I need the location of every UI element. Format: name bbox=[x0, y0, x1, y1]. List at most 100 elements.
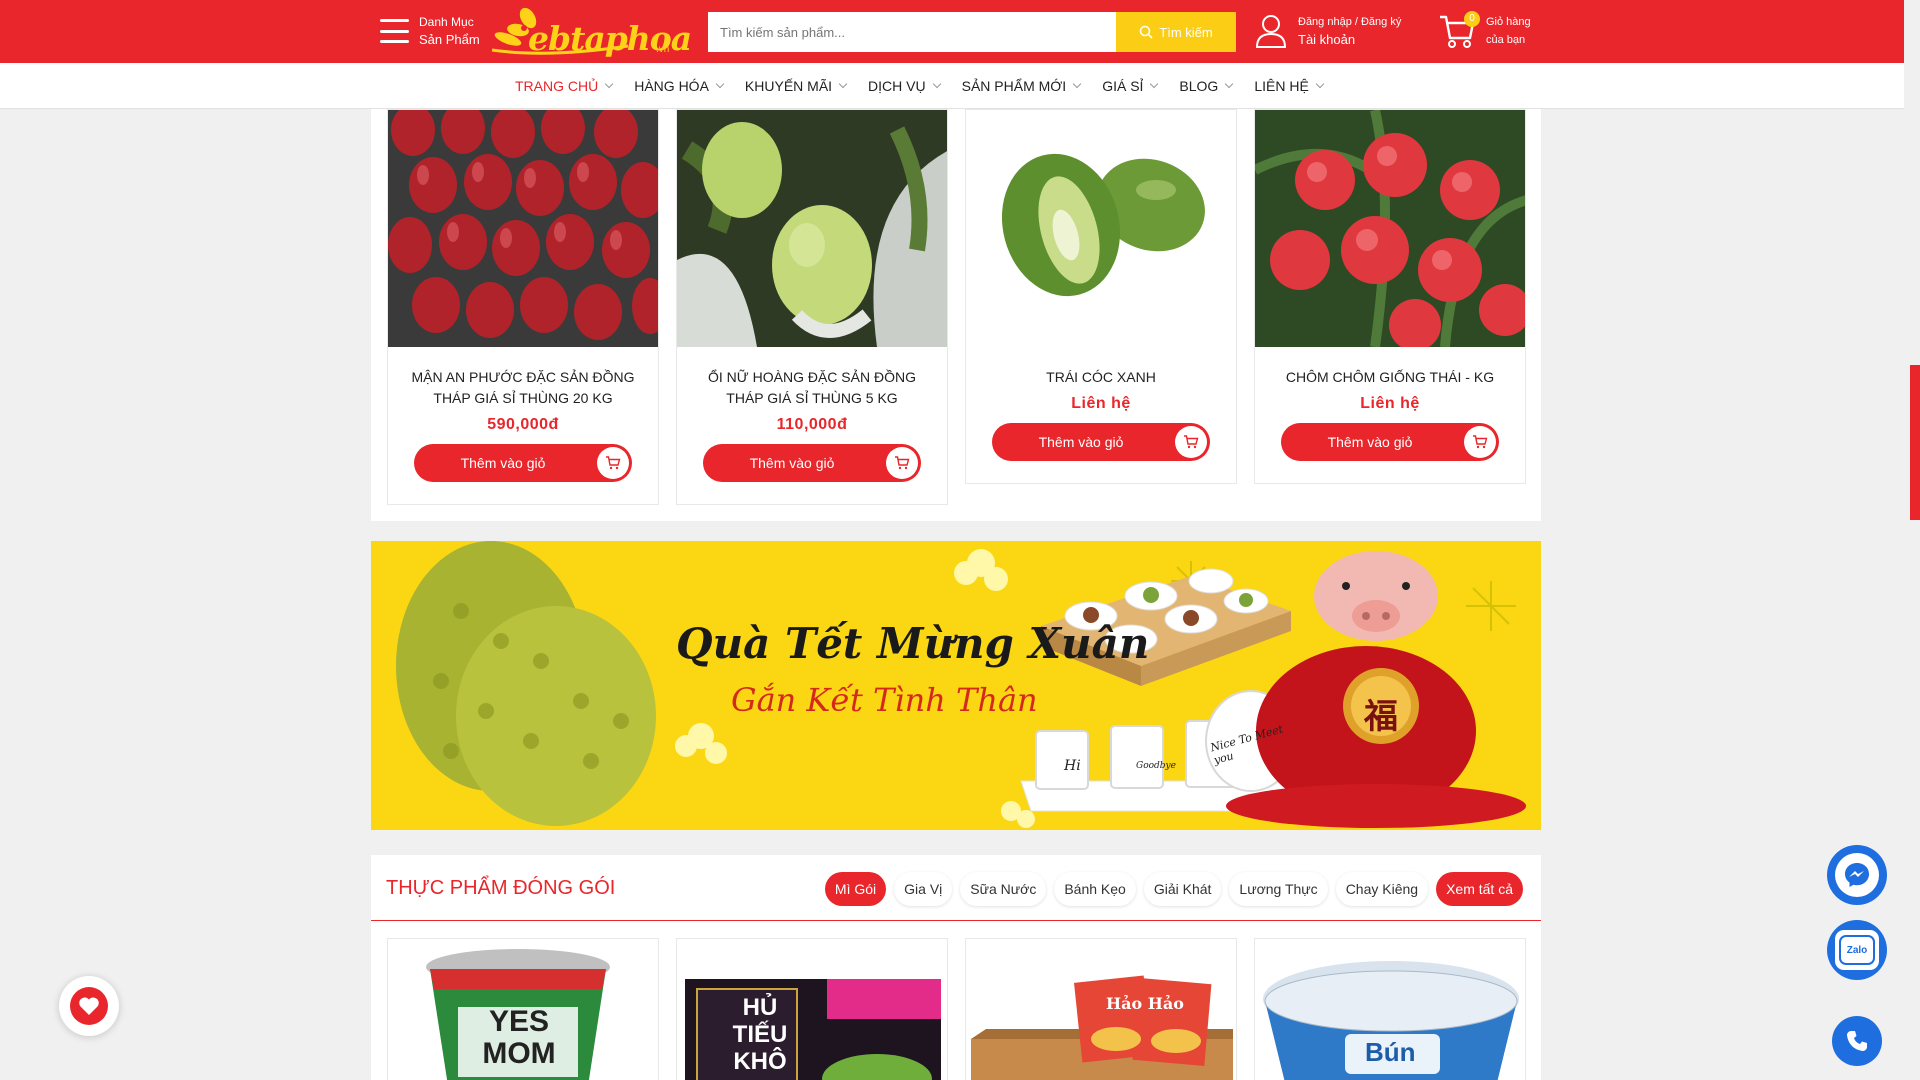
section-header: THỰC PHẨM ĐÓNG GÓI Mì Gói Gia Vị Sữa Nướ… bbox=[371, 855, 1541, 921]
nav-label: TRANG CHỦ bbox=[515, 78, 599, 94]
rose-apple-image bbox=[388, 110, 658, 347]
dry-noodle-pack-image bbox=[677, 939, 947, 1080]
tab-candy[interactable]: Bánh Kẹo bbox=[1054, 872, 1136, 906]
zalo-icon: Zalo bbox=[1835, 930, 1879, 970]
category-menu-label-1: Danh Mục bbox=[419, 15, 474, 29]
mug-text-hi: Hi bbox=[1064, 758, 1081, 774]
add-to-cart-label: Thêm vào giỏ bbox=[1038, 434, 1124, 450]
packaged-food-section: THỰC PHẨM ĐÓNG GÓI Mì Gói Gia Vị Sữa Nướ… bbox=[371, 855, 1541, 1080]
product-price: Liên hệ bbox=[1360, 395, 1420, 412]
chevron-down-icon bbox=[1225, 79, 1234, 89]
ambarella-image bbox=[966, 110, 1236, 347]
product-image-rambutan[interactable] bbox=[1255, 110, 1525, 347]
nav-item-blog[interactable]: BLOG bbox=[1179, 78, 1234, 94]
search-input[interactable] bbox=[708, 12, 1116, 52]
fruit-product-section: MẬN AN PHƯỚC ĐẶC SẢN ĐỒNG THÁP GIÁ SỈ TH… bbox=[371, 109, 1541, 521]
heart-icon bbox=[79, 997, 99, 1015]
search-button-label: Tìm kiếm bbox=[1159, 24, 1213, 40]
add-to-cart-button[interactable]: Thêm vào giỏ bbox=[1281, 423, 1499, 461]
scrollbar-thumb[interactable] bbox=[1910, 365, 1920, 520]
hao-hao-brand-text: Hảo Hảo bbox=[1106, 994, 1184, 1013]
rambutan-image bbox=[1255, 110, 1525, 347]
cart-icon bbox=[1464, 426, 1496, 458]
nav-label: HÀNG HÓA bbox=[634, 78, 709, 94]
messenger-icon bbox=[1845, 863, 1869, 887]
tab-milk[interactable]: Sữa Nước bbox=[960, 872, 1047, 906]
product-image-rose-apple[interactable] bbox=[388, 110, 658, 347]
add-to-cart-button[interactable]: Thêm vào giỏ bbox=[992, 423, 1210, 461]
dry-noodle-label-1: HỦ bbox=[742, 994, 778, 1021]
nav-item-home[interactable]: TRANG CHỦ bbox=[515, 78, 614, 94]
category-menu-button[interactable]: Danh Mục Sản Phẩm bbox=[380, 14, 480, 48]
noodle-brand-text-2: MOM bbox=[482, 1037, 556, 1070]
product-image-guava[interactable] bbox=[677, 110, 947, 347]
nav-item-services[interactable]: DỊCH VỤ bbox=[868, 78, 941, 94]
zalo-button[interactable]: Zalo bbox=[1827, 920, 1887, 980]
scrollbar-track[interactable] bbox=[1904, 0, 1920, 1080]
tab-instant-noodles[interactable]: Mì Gói bbox=[824, 872, 887, 906]
product-card-noodle-cup[interactable]: YES MOM bbox=[387, 938, 659, 1080]
chevron-down-icon bbox=[1150, 79, 1159, 89]
product-card[interactable]: CHÔM CHÔM GIỐNG THÁI - KG Liên hệ Thêm v… bbox=[1254, 109, 1526, 484]
product-name[interactable]: TRÁI CÓC XANH bbox=[966, 367, 1236, 388]
mug-text-goodbye: Goodbye bbox=[1136, 761, 1176, 771]
tab-staples[interactable]: Lương Thực bbox=[1229, 872, 1328, 906]
site-logo[interactable]: ebtaphoa .vn bbox=[488, 6, 692, 58]
product-card[interactable]: TRÁI CÓC XANH Liên hệ Thêm vào giỏ bbox=[965, 109, 1237, 484]
banner-subtitle: Gắn Kết Tình Thân bbox=[731, 681, 1038, 719]
product-card[interactable]: MẬN AN PHƯỚC ĐẶC SẢN ĐỒNG THÁP GIÁ SỈ TH… bbox=[387, 109, 659, 505]
product-card-dry-noodle[interactable]: HỦ TIẾU KHÔ bbox=[676, 938, 948, 1080]
nav-item-goods[interactable]: HÀNG HÓA bbox=[634, 78, 725, 94]
nav-label: SẢN PHẨM MỚI bbox=[961, 78, 1067, 94]
chevron-down-icon bbox=[932, 79, 941, 89]
cart-label-2: của bạn bbox=[1486, 34, 1526, 46]
nav-label: GIÁ SỈ bbox=[1102, 78, 1144, 94]
hamburger-icon bbox=[380, 19, 409, 43]
guava-image bbox=[677, 110, 947, 347]
messenger-button[interactable] bbox=[1827, 845, 1887, 905]
search-icon bbox=[1139, 25, 1153, 39]
dry-noodle-label-2: TIẾU bbox=[732, 1021, 788, 1048]
chevron-down-icon bbox=[604, 79, 614, 89]
user-icon bbox=[1255, 15, 1287, 48]
nav-label: BLOG bbox=[1179, 78, 1219, 94]
account-label: Tài khoản bbox=[1298, 32, 1356, 47]
tab-drinks[interactable]: Giải Khát bbox=[1143, 872, 1222, 906]
account-link[interactable]: Đăng nhập / Đăng ký Tài khoản bbox=[1254, 13, 1401, 49]
product-card-bun-bowl[interactable]: Bún bbox=[1254, 938, 1526, 1080]
nav-item-wholesale[interactable]: GIÁ SỈ bbox=[1102, 78, 1159, 94]
wishlist-button[interactable] bbox=[59, 976, 119, 1036]
nav-label: KHUYẾN MÃI bbox=[744, 78, 833, 94]
category-menu-label-2: Sản Phẩm bbox=[419, 32, 480, 47]
account-login-label: Đăng nhập / Đăng ký bbox=[1298, 16, 1402, 28]
tab-vegetarian[interactable]: Chay Kiêng bbox=[1335, 872, 1429, 906]
nav-item-contact[interactable]: LIÊN HỆ bbox=[1254, 78, 1325, 94]
banner-title: Quà Tết Mừng Xuân bbox=[676, 619, 1150, 668]
add-to-cart-button[interactable]: Thêm vào giỏ bbox=[414, 444, 632, 482]
product-price: 590,000đ bbox=[487, 416, 559, 433]
product-card[interactable]: ỔI NỮ HOÀNG ĐẶC SẢN ĐỒNG THÁP GIÁ SỈ THÙ… bbox=[676, 109, 948, 505]
cart-label-1: Giỏ hàng bbox=[1486, 16, 1531, 28]
chevron-down-icon bbox=[838, 79, 848, 89]
cart-link[interactable]: 0 Giỏ hàng của bạn bbox=[1438, 11, 1531, 50]
product-name[interactable]: ỔI NỮ HOÀNG ĐẶC SẢN ĐỒNG THÁP GIÁ SỈ THÙ… bbox=[677, 367, 947, 409]
nav-item-promotions[interactable]: KHUYẾN MÃI bbox=[744, 78, 848, 94]
tab-spices[interactable]: Gia Vị bbox=[894, 872, 953, 906]
dry-noodle-label: HỦ TIẾU KHÔ bbox=[725, 994, 795, 1075]
search-button[interactable]: Tìm kiếm bbox=[1116, 12, 1236, 52]
view-all-button[interactable]: Xem tất cả bbox=[1436, 872, 1523, 906]
search-bar: Tìm kiếm bbox=[708, 12, 1236, 52]
product-card-hao-hao[interactable]: Hảo Hảo bbox=[965, 938, 1237, 1080]
nav-item-new-products[interactable]: SẢN PHẨM MỚI bbox=[961, 78, 1082, 94]
product-name[interactable]: MẬN AN PHƯỚC ĐẶC SẢN ĐỒNG THÁP GIÁ SỈ TH… bbox=[388, 367, 658, 409]
phone-call-button[interactable] bbox=[1832, 1016, 1882, 1066]
hao-hao-box-image bbox=[966, 939, 1236, 1080]
logo-domain: .vn bbox=[656, 44, 670, 55]
product-image-ambarella[interactable] bbox=[966, 110, 1236, 347]
cart-icon bbox=[597, 447, 629, 479]
product-name[interactable]: CHÔM CHÔM GIỐNG THÁI - KG bbox=[1255, 367, 1525, 388]
cart-icon bbox=[1175, 426, 1207, 458]
add-to-cart-label: Thêm vào giỏ bbox=[1327, 434, 1413, 450]
add-to-cart-button[interactable]: Thêm vào giỏ bbox=[703, 444, 921, 482]
tet-promo-banner[interactable]: Quà Tết Mừng Xuân Gắn Kết Tình Thân Hi G… bbox=[371, 541, 1541, 830]
